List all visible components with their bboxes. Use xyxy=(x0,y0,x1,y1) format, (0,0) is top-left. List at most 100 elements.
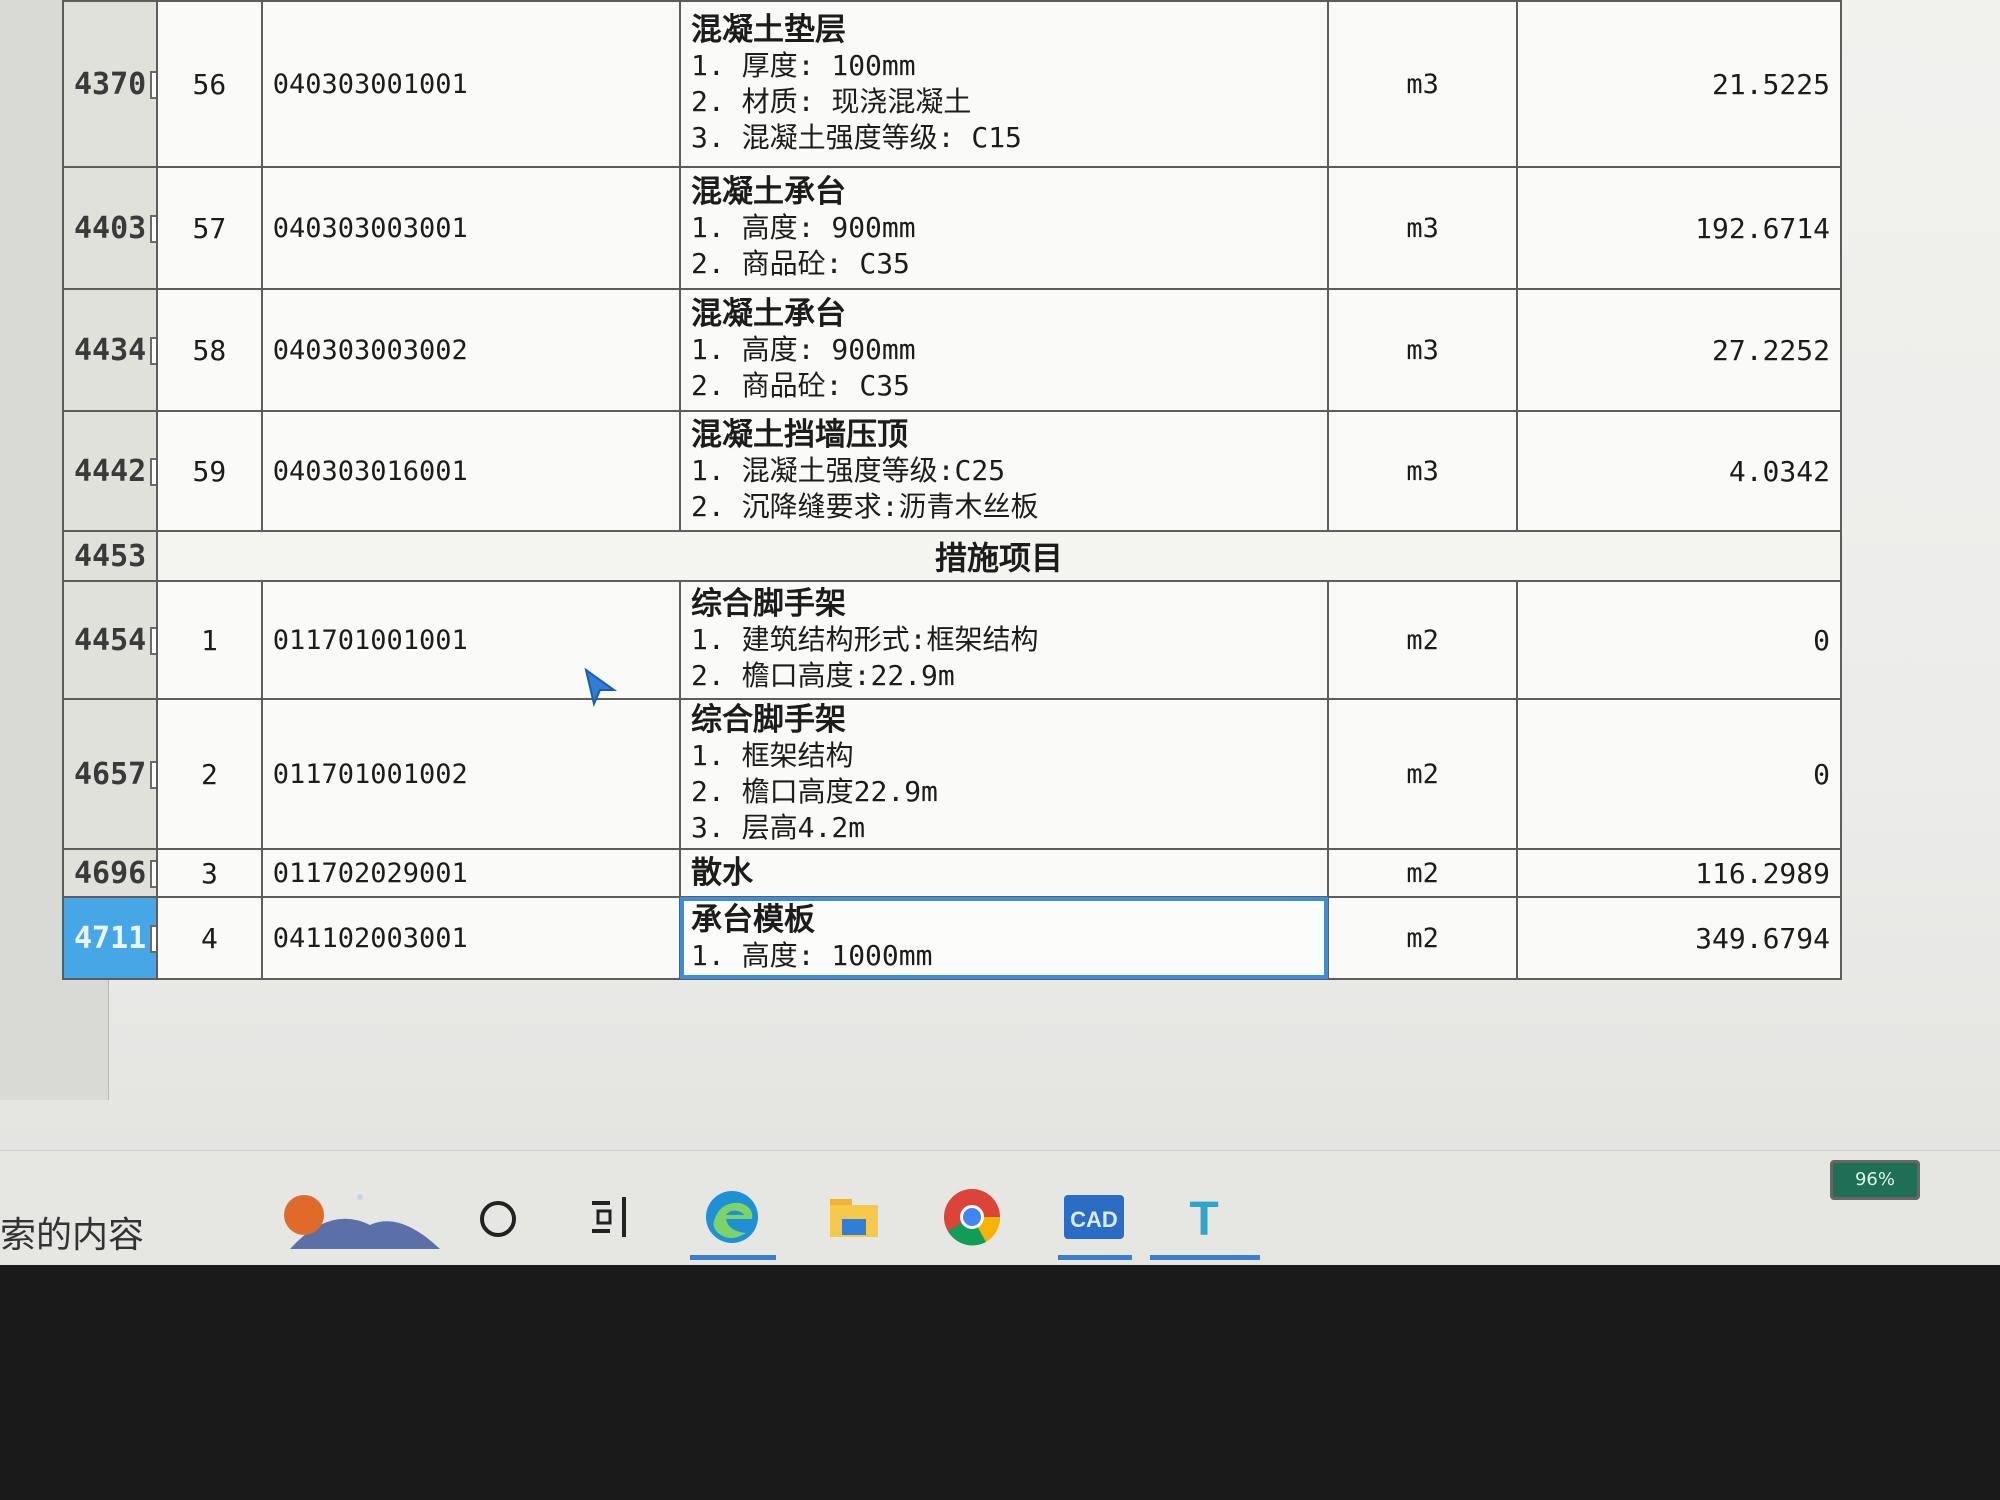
mouse-cursor-icon xyxy=(584,668,618,708)
edge-active-indicator xyxy=(690,1255,776,1260)
row-number: 4403 xyxy=(74,210,147,246)
quantity-cell[interactable]: 21.5225 xyxy=(1515,0,1843,168)
chrome-icon[interactable] xyxy=(940,1185,1004,1249)
code-cell[interactable]: 040303003001 xyxy=(260,166,682,290)
expand-icon[interactable]: + xyxy=(150,71,156,99)
expand-icon[interactable]: + xyxy=(150,925,156,953)
table-row[interactable]: 4442+ 59 040303016001 混凝土挡墙压顶 1. 混凝土强度等级… xyxy=(61,410,1843,532)
row-number: 4434 xyxy=(74,332,147,368)
row-header[interactable]: 4657+ xyxy=(61,698,159,850)
unit-cell[interactable]: m2 xyxy=(1327,698,1518,850)
seq-cell[interactable]: 56 xyxy=(156,0,263,168)
code-cell[interactable]: 040303003002 xyxy=(260,288,682,412)
row-number: 4370 xyxy=(74,66,147,102)
row-header[interactable]: 4454+ xyxy=(61,580,159,700)
row-header[interactable]: 4434+ xyxy=(61,288,159,412)
quantity-cell[interactable]: 4.0342 xyxy=(1515,410,1843,532)
cortana-circle-icon[interactable] xyxy=(466,1185,530,1249)
row-number: 4696 xyxy=(74,855,147,891)
battery-indicator[interactable]: 96% xyxy=(1830,1160,1920,1200)
taskbar: 索的内容 CAD T xyxy=(0,1150,2000,1265)
expand-icon[interactable]: + xyxy=(150,761,156,789)
item-title: 混凝土承台 xyxy=(691,174,847,210)
row-header[interactable]: 4403+ xyxy=(61,166,159,290)
expand-icon[interactable]: + xyxy=(150,860,156,888)
row-header[interactable]: 4711+ xyxy=(61,896,159,980)
item-feature: 1. 框架结构 xyxy=(691,739,854,772)
table-row[interactable]: 4434+ 58 040303003002 混凝土承台 1. 高度: 900mm… xyxy=(61,288,1843,412)
item-title: 混凝土垫层 xyxy=(691,12,847,48)
description-cell[interactable]: 混凝土挡墙压顶 1. 混凝土强度等级:C25 2. 沉降缝要求:沥青木丝板 xyxy=(679,410,1330,532)
row-header[interactable]: 4370+ xyxy=(61,0,159,168)
item-title: 散水 xyxy=(691,855,754,891)
item-feature: 2. 檐口高度22.9m xyxy=(691,775,938,808)
row-number: 4442 xyxy=(74,453,147,489)
unit-cell[interactable]: m3 xyxy=(1327,0,1518,168)
expand-icon[interactable]: + xyxy=(150,458,156,486)
seq-cell[interactable]: 2 xyxy=(156,698,263,850)
code-cell[interactable]: 011701001002 xyxy=(260,698,682,850)
unit-cell[interactable]: m2 xyxy=(1327,580,1518,700)
description-cell[interactable]: 综合脚手架 1. 建筑结构形式:框架结构 2. 檐口高度:22.9m xyxy=(679,580,1330,700)
t-app-label: T xyxy=(1189,1193,1218,1246)
cad-icon[interactable]: CAD xyxy=(1058,1185,1130,1249)
expand-icon[interactable]: + xyxy=(150,627,156,655)
seq-cell[interactable]: 1 xyxy=(156,580,263,700)
unit-cell[interactable]: m3 xyxy=(1327,166,1518,290)
seq-cell[interactable]: 57 xyxy=(156,166,263,290)
file-explorer-icon[interactable] xyxy=(822,1185,886,1249)
quantity-cell[interactable]: 116.2989 xyxy=(1515,848,1843,898)
taskbar-search-box[interactable]: 索的内容 xyxy=(0,1206,144,1258)
edge-icon[interactable] xyxy=(700,1185,764,1249)
seq-cell[interactable]: 59 xyxy=(156,410,263,532)
description-cell[interactable]: 混凝土承台 1. 高度: 900mm 2. 商品砼: C35 xyxy=(679,166,1330,290)
item-feature: 2. 商品砼: C35 xyxy=(691,369,910,402)
row-header[interactable]: 4442+ xyxy=(61,410,159,532)
table-row[interactable]: 4657+ 2 011701001002 综合脚手架 1. 框架结构 2. 檐口… xyxy=(61,698,1843,850)
item-feature: 1. 高度: 900mm xyxy=(691,211,916,244)
item-feature: 2. 沉降缝要求:沥青木丝板 xyxy=(691,490,1039,523)
description-cell[interactable]: 混凝土垫层 1. 厚度: 100mm 2. 材质: 现浇混凝土 3. 混凝土强度… xyxy=(679,0,1330,168)
cad-active-indicator xyxy=(1058,1255,1132,1260)
unit-cell[interactable]: m3 xyxy=(1327,288,1518,412)
row-header[interactable]: 4696+ xyxy=(61,848,159,898)
task-view-icon[interactable] xyxy=(582,1185,646,1249)
table-row[interactable]: 4696+ 3 011702029001 散水 m2 116.2989 xyxy=(61,848,1843,898)
expand-icon[interactable]: + xyxy=(150,215,156,243)
quantity-cell[interactable]: 0 xyxy=(1515,580,1843,700)
quantity-cell[interactable]: 349.6794 xyxy=(1515,896,1843,980)
item-feature: 2. 商品砼: C35 xyxy=(691,247,910,280)
cad-label: CAD xyxy=(1070,1207,1118,1232)
quantity-cell[interactable]: 0 xyxy=(1515,698,1843,850)
description-cell[interactable]: 散水 xyxy=(679,848,1330,898)
app-screen: 4370+ 56 040303001001 混凝土垫层 1. 厚度: 100mm… xyxy=(0,0,2000,1265)
seq-cell[interactable]: 58 xyxy=(156,288,263,412)
description-cell-active[interactable]: 承台模板 1. 高度: 1000mm xyxy=(679,896,1330,980)
item-title: 综合脚手架 xyxy=(691,586,847,622)
section-row[interactable]: 4453 措施项目 xyxy=(61,530,1842,582)
code-cell[interactable]: 040303016001 xyxy=(260,410,682,532)
code-cell[interactable]: 040303001001 xyxy=(260,0,682,168)
quantity-cell[interactable]: 192.6714 xyxy=(1515,166,1843,290)
description-cell[interactable]: 综合脚手架 1. 框架结构 2. 檐口高度22.9m 3. 层高4.2m xyxy=(679,698,1330,850)
seq-cell[interactable]: 4 xyxy=(156,896,263,980)
unit-cell[interactable]: m3 xyxy=(1327,410,1518,532)
bill-of-quantities-table: 4370+ 56 040303001001 混凝土垫层 1. 厚度: 100mm… xyxy=(61,0,1843,980)
item-title: 混凝土挡墙压顶 xyxy=(691,417,909,453)
table-row[interactable]: 4454+ 1 011701001001 综合脚手架 1. 建筑结构形式:框架结… xyxy=(61,580,1843,700)
table-row[interactable]: 4370+ 56 040303001001 混凝土垫层 1. 厚度: 100mm… xyxy=(61,0,1843,168)
weather-icon[interactable] xyxy=(270,1185,440,1249)
table-row-selected[interactable]: 4711+ 4 041102003001 承台模板 1. 高度: 1000mm … xyxy=(61,896,1843,980)
unit-cell[interactable]: m2 xyxy=(1327,896,1518,980)
t-app-icon[interactable]: T xyxy=(1172,1185,1236,1249)
section-title[interactable]: 措施项目 xyxy=(156,530,1842,582)
unit-cell[interactable]: m2 xyxy=(1327,848,1518,898)
table-row[interactable]: 4403+ 57 040303003001 混凝土承台 1. 高度: 900mm… xyxy=(61,166,1843,290)
code-cell[interactable]: 041102003001 xyxy=(260,896,682,980)
row-header[interactable]: 4453 xyxy=(61,530,159,582)
expand-icon[interactable]: + xyxy=(150,337,156,365)
seq-cell[interactable]: 3 xyxy=(156,848,263,898)
code-cell[interactable]: 011702029001 xyxy=(260,848,682,898)
quantity-cell[interactable]: 27.2252 xyxy=(1515,288,1843,412)
description-cell[interactable]: 混凝土承台 1. 高度: 900mm 2. 商品砼: C35 xyxy=(679,288,1330,412)
